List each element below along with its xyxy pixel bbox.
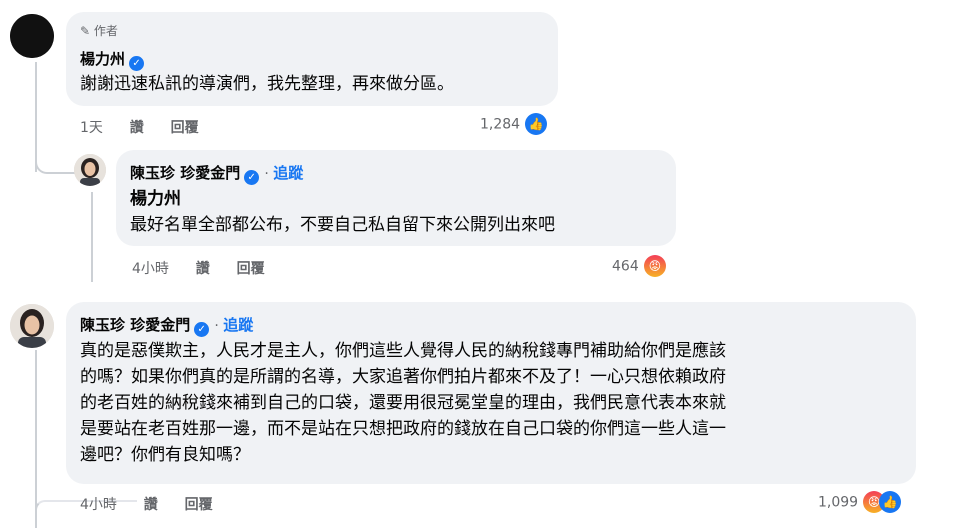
comment2-line: 的嗎？如果你們真的是所謂的名導，大家追著你們拍片都來不及了！一心只想依賴政府 xyxy=(80,367,726,387)
reply-bubble: 陳玉珍 珍愛金門 ✓ · 追蹤 楊力州 最好名單全部都公布，不要自己私自留下來公開… xyxy=(116,150,676,246)
comment2-text: 真的是惡僕欺主，人民才是主人，你們這些人覺得人民的納稅錢專門補助給你們是應該 的… xyxy=(80,338,726,468)
comment2-line: 的老百姓的納稅錢來補到自己的口袋，還要用很冠冕堂皇的理由，我們民意代表本來就 xyxy=(80,393,726,413)
comment-author[interactable]: 楊力州 ✓ xyxy=(80,48,145,71)
comment2-bubble: 陳玉珍 珍愛金門 ✓ · 追蹤 真的是惡僕欺主，人民才是主人，你們這些人覺得人民的… xyxy=(66,302,916,484)
reply-actions: 4小時 讚 回覆 xyxy=(132,258,287,278)
thread-line-lower xyxy=(35,350,37,526)
comment2-actions: 4小時 讚 回覆 xyxy=(80,494,235,514)
comment2-reaction-summary[interactable]: 1,099 😡 👍 xyxy=(818,491,902,513)
follow-button[interactable]: 追蹤 xyxy=(223,316,253,334)
verified-icon: ✓ xyxy=(244,170,260,185)
comment2-line: 是要站在老百姓那一邊，而不是站在只想把政府的錢放在自己口袋的你們這一些人這一 xyxy=(80,419,726,439)
author-badge: ✎ 作者 xyxy=(80,24,118,38)
reaction-count: 1,284 xyxy=(480,116,521,133)
reply-button[interactable]: 回覆 xyxy=(237,261,265,277)
reply-time[interactable]: 4小時 xyxy=(132,261,169,277)
follow-button[interactable]: 追蹤 xyxy=(273,164,303,182)
reply-button[interactable]: 回覆 xyxy=(185,497,213,513)
author-avatar[interactable] xyxy=(10,14,54,58)
comment2-author[interactable]: 陳玉珍 珍愛金門 xyxy=(80,316,190,334)
comment2-line: 真的是惡僕欺主，人民才是主人，你們這些人覺得人民的納稅錢專門補助給你們是應該 xyxy=(80,341,726,361)
reply-author[interactable]: 陳玉珍 珍愛金門 xyxy=(130,164,240,182)
reply-mention[interactable]: 楊力州 xyxy=(130,186,181,212)
comment-text: 謝謝迅速私訊的導演們，我先整理，再來做分區。 xyxy=(80,74,454,94)
reply-reaction-summary[interactable]: 464 😡 xyxy=(612,255,666,277)
like-icon: 👍 xyxy=(879,491,902,513)
reply-button[interactable]: 回覆 xyxy=(171,120,199,136)
reaction-summary[interactable]: 1,284 👍 xyxy=(480,113,548,135)
angry-icon: 😡 xyxy=(643,255,666,277)
reply-avatar[interactable] xyxy=(74,154,106,186)
like-icon: 👍 xyxy=(525,113,548,135)
comment-bubble: ✎ 作者 楊力州 ✓ 謝謝迅速私訊的導演們，我先整理，再來做分區。 xyxy=(66,12,558,106)
like-button[interactable]: 讚 xyxy=(196,261,210,277)
like-button[interactable]: 讚 xyxy=(130,120,144,136)
reaction-count: 464 xyxy=(612,258,639,275)
comment-actions: 1天 讚 回覆 xyxy=(80,117,221,137)
reaction-count: 1,099 xyxy=(818,494,859,511)
reply-text: 最好名單全部都公布，不要自己私自留下來公開列出來吧 xyxy=(130,215,555,235)
comment2-line: 邊吧？你們有良知嗎？ xyxy=(80,445,250,465)
reply-header: 陳玉珍 珍愛金門 ✓ · 追蹤 xyxy=(130,164,304,185)
commenter-avatar[interactable] xyxy=(10,304,54,348)
verified-icon: ✓ xyxy=(194,322,210,337)
pencil-icon: ✎ xyxy=(80,24,91,38)
comment2-header: 陳玉珍 珍愛金門 ✓ · 追蹤 xyxy=(80,316,254,337)
verified-icon: ✓ xyxy=(129,56,145,71)
comment2-time[interactable]: 4小時 xyxy=(80,497,117,513)
thread-curve xyxy=(35,150,75,174)
comment-time[interactable]: 1天 xyxy=(80,120,103,136)
reply-thread-line xyxy=(91,192,93,282)
like-button[interactable]: 讚 xyxy=(144,497,158,513)
